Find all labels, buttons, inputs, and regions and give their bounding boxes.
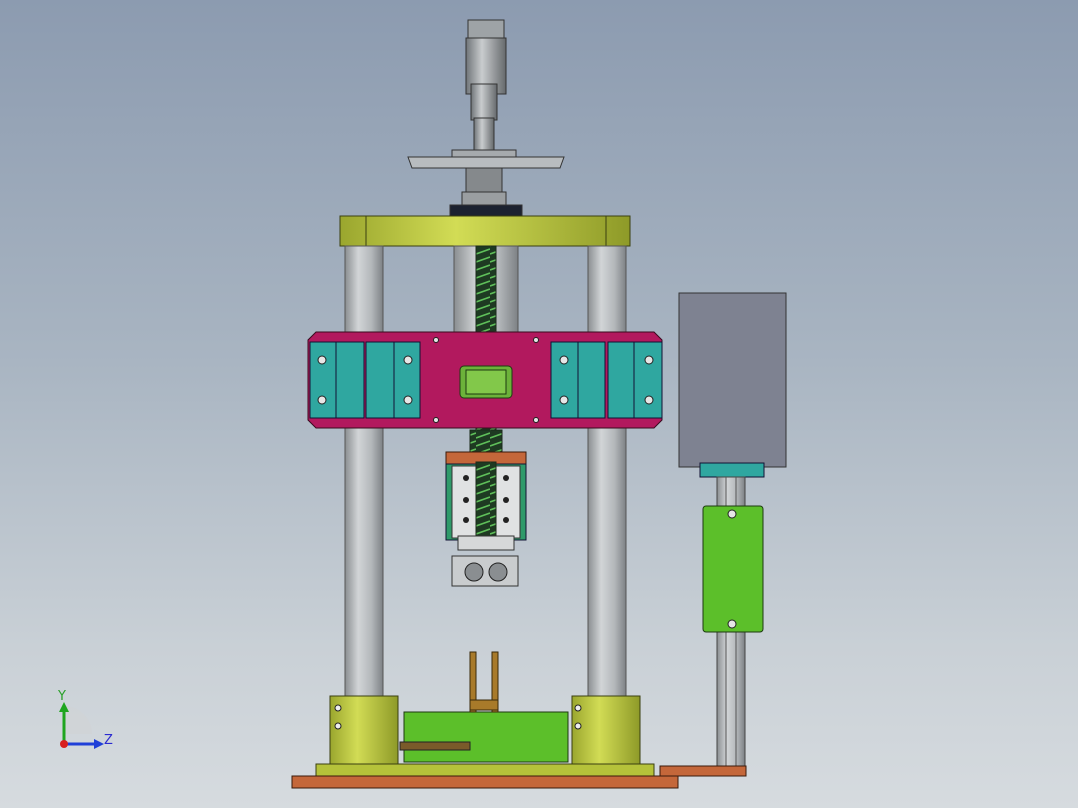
shaft-sleeve [470,83,498,121]
gripper-head [451,555,519,587]
left-guide-column [344,245,384,697]
right-column-base [571,695,641,765]
slide-plate [702,505,764,633]
fixture-block [403,711,569,763]
z-axis-label: Z [104,733,113,748]
bearing-block [309,341,365,419]
bearing-block [607,341,663,419]
base-plate [291,775,679,789]
x-axis-origin [60,740,68,748]
cad-viewport[interactable]: Y Z [0,0,1078,808]
bearing-seat [449,204,523,218]
bearing-block [365,341,421,419]
handwheel-rim [407,156,565,169]
top-nut [467,19,505,41]
y-axis-label: Y [57,689,66,704]
right-guide-column [587,245,627,697]
coupling-lower [461,191,507,207]
lower-carriage [445,429,527,587]
handwheel-assembly [407,19,565,218]
coordinate-triad[interactable]: Y Z [57,689,113,749]
moving-plate [307,331,663,429]
side-actuator [678,292,787,770]
coupling [465,167,503,193]
motor-box [678,292,787,468]
shaft-neck [473,117,495,153]
cad-model-drawing: Y Z [57,19,787,789]
top-plate [339,215,631,247]
